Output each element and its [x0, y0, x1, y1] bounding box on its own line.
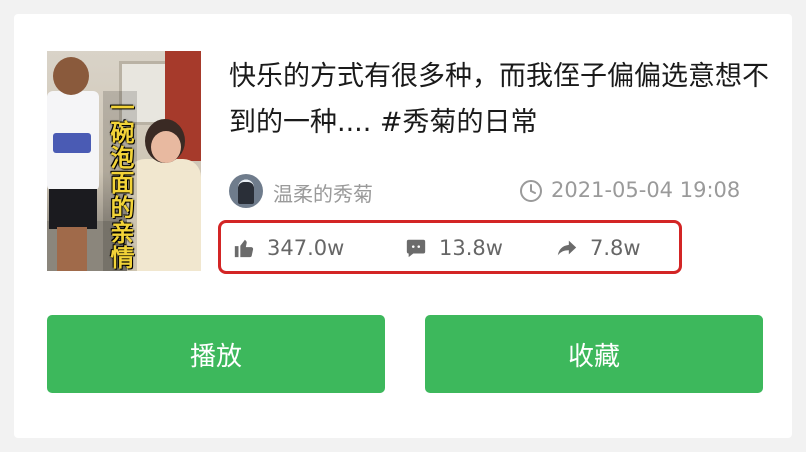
avatar-icon[interactable]: [229, 174, 263, 208]
thumb-boy-legs: [57, 227, 87, 271]
play-button[interactable]: 播放: [47, 315, 385, 393]
like-count: 347.0w: [267, 236, 345, 260]
thumbs-up-icon: [234, 239, 254, 258]
thumb-woman-face: [151, 131, 181, 163]
clock-icon: [520, 180, 542, 202]
like-stat[interactable]: 347.0w: [233, 235, 344, 261]
video-card: 一碗泡面的亲情 快乐的方式有很多种，而我侄子偏偏选意想不到的一种.... #秀菊…: [14, 14, 792, 438]
video-thumbnail[interactable]: 一碗泡面的亲情: [47, 51, 201, 271]
comment-stat[interactable]: 13.8w: [405, 235, 503, 261]
video-title[interactable]: 快乐的方式有很多种，而我侄子偏偏选意想不到的一种.... #秀菊的日常: [229, 54, 774, 146]
share-count: 7.8w: [590, 236, 641, 260]
thumb-woman-dress: [127, 159, 201, 271]
thumb-boy-shorts: [49, 189, 97, 229]
comment-icon: [406, 239, 426, 258]
publish-time: 2021-05-04 19:08: [551, 178, 741, 202]
thumb-boy-head: [53, 57, 89, 95]
comment-count: 13.8w: [439, 236, 503, 260]
stats-highlight-box: 347.0w 13.8w 7.8w: [218, 220, 682, 274]
thumbnail-overlay-text: 一碗泡面的亲情: [106, 95, 134, 270]
video-meta: 温柔的秀菊 2021-05-04 19:08: [229, 174, 779, 208]
thumb-boy-logo: [53, 133, 91, 153]
share-stat[interactable]: 7.8w: [556, 235, 641, 261]
share-arrow-icon: [557, 240, 577, 256]
collect-button[interactable]: 收藏: [425, 315, 763, 393]
author-name[interactable]: 温柔的秀菊: [273, 178, 373, 207]
